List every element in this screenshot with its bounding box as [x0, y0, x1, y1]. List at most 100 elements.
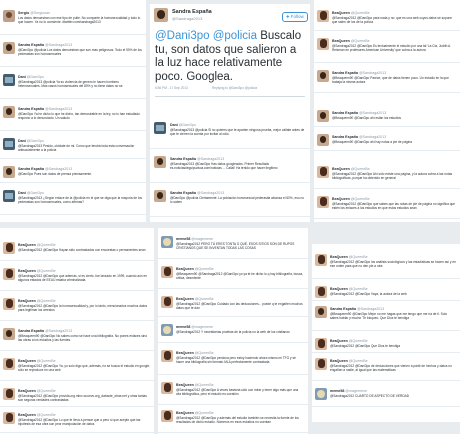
author-handle[interactable]: @Dani3po [179, 123, 196, 127]
avatar[interactable] [3, 298, 15, 310]
avatar[interactable] [3, 358, 15, 370]
avatar[interactable] [3, 412, 15, 424]
tweet[interactable]: BeaQueen @QueenBe @Sandraga2012 @Dani3po… [0, 294, 154, 321]
avatar[interactable] [161, 236, 173, 248]
avatar[interactable] [154, 190, 166, 202]
author-handle[interactable]: @QueenBe [37, 413, 56, 417]
author-name[interactable]: Sandra España [18, 43, 44, 47]
author-name[interactable]: BeaQueen [176, 267, 194, 271]
author-handle[interactable]: @QueenBe [195, 351, 214, 355]
tweet[interactable]: meme58 @magemene @Sandraga2012 CUARTO DE… [312, 384, 460, 407]
author-handle[interactable]: @QueenBe [37, 359, 56, 363]
tweet[interactable]: BeaQueen @QueenBe @Sandraga2012 @Dani3po… [312, 334, 460, 353]
avatar[interactable] [315, 388, 327, 400]
tweet[interactable]: BeaQueen @QueenBe @Sandraga2012 @Dani3po… [0, 238, 154, 261]
author-name[interactable]: Sandra España [18, 107, 44, 111]
avatar[interactable] [161, 350, 173, 362]
avatar[interactable] [3, 268, 15, 280]
author-handle[interactable]: @QueenBe [351, 39, 370, 43]
author-handle[interactable]: @Sandraga2013 [45, 43, 72, 47]
author-name[interactable]: Sandra España [172, 9, 212, 15]
avatar[interactable] [3, 42, 15, 54]
author-name[interactable]: BeaQueen [176, 411, 194, 415]
author-handle[interactable]: @Sandraga2013 [359, 111, 386, 115]
avatar[interactable] [315, 358, 327, 370]
author-handle[interactable]: @Sandraga2013 [359, 71, 386, 75]
avatar[interactable] [317, 166, 329, 178]
author-name[interactable]: Sergio [18, 11, 29, 15]
author-handle[interactable]: @Dani3po [27, 139, 44, 143]
avatar[interactable] [3, 190, 15, 202]
tweet[interactable]: BeaQueen @QueenBe @Sandraga2012 @Dani3po… [158, 346, 308, 375]
author-name[interactable]: Sandra España [332, 71, 358, 75]
tweet[interactable]: Sandra España @Sandraga2013 @Dani3po @po… [150, 186, 310, 217]
author-handle[interactable]: @QueenBe [349, 339, 368, 343]
author-handle[interactable]: @QueenBe [37, 243, 56, 247]
author-handle[interactable]: @magemene [345, 389, 367, 393]
author-name[interactable]: Dani [170, 123, 178, 127]
author-name[interactable]: BeaQueen [18, 269, 36, 273]
author-handle[interactable]: @QueenBe [351, 167, 370, 171]
avatar[interactable] [161, 410, 173, 422]
tweet[interactable]: BeaQueen @QueenBe @Beaqueen90 @Sandraga2… [158, 262, 308, 289]
author-handle[interactable]: @QueenBe [37, 269, 56, 273]
author-name[interactable]: BeaQueen [330, 339, 348, 343]
author-name[interactable]: Sandra España [170, 191, 196, 195]
author-handle[interactable]: @QueenBe [195, 267, 214, 271]
tweet[interactable]: meme58 @magemene @Sandraga2012 PERO TÚ E… [158, 232, 308, 259]
tweet[interactable]: BeaQueen @QueenBe @Sandraga2012 @Dani3po… [0, 354, 154, 381]
author-handle[interactable]: @Sandraga2013 [357, 307, 384, 311]
tweet[interactable]: Sandra España @Sandraga2013 @Dani3po Pue… [0, 162, 146, 183]
tweet[interactable]: Sandra España @Sandraga2013 @Beaqueen90 … [314, 66, 460, 93]
author-name[interactable]: BeaQueen [330, 255, 348, 259]
author-handle[interactable]: @Sandraga2013 [172, 16, 202, 21]
author-name[interactable]: Sandra España [170, 157, 196, 161]
tweet[interactable]: Dani @Dani3po @Sandraga2013 ¿Según enlac… [0, 186, 146, 215]
author-handle[interactable]: @QueenBe [37, 389, 56, 393]
author-handle[interactable]: @QueenBe [349, 287, 368, 291]
tweet[interactable]: Dani @Dani3po @Sandraga2013 Pesido, olvi… [0, 134, 146, 159]
author-name[interactable]: Dani [18, 191, 26, 195]
avatar[interactable] [317, 134, 329, 146]
author-name[interactable]: Sandra España [18, 167, 44, 171]
author-handle[interactable]: @Dani3po [27, 75, 44, 79]
avatar[interactable] [3, 10, 15, 22]
avatar[interactable] [154, 122, 166, 134]
avatar[interactable] [154, 156, 166, 168]
avatar[interactable] [317, 196, 329, 208]
author-name[interactable]: BeaQueen [332, 167, 350, 171]
avatar[interactable] [315, 338, 327, 350]
tweet[interactable]: BeaQueen @QueenBe @Sandraga2012 @Dani3po… [312, 282, 460, 301]
tweet[interactable]: Dani @Dani3po @Sandraga2013 @policia Ya … [0, 70, 146, 99]
author-handle[interactable]: @Sandraga2013 [45, 107, 72, 111]
tweet[interactable]: Sandra España @Sandraga2013 @Beaqueen90 … [314, 106, 460, 127]
avatar[interactable] [317, 38, 329, 50]
author-name[interactable]: Sandra España [332, 111, 358, 115]
author-name[interactable]: BeaQueen [176, 383, 194, 387]
timestamp[interactable]: 6:56 PM - 17 Sep 2013 [155, 86, 188, 90]
author-handle[interactable]: @Sandraga2013 [197, 157, 224, 161]
avatar[interactable] [315, 286, 327, 298]
avatar[interactable] [3, 166, 15, 178]
author-handle[interactable]: @QueenBe [37, 299, 56, 303]
author-handle[interactable]: @magemene [191, 325, 213, 329]
author-handle[interactable]: @magemene [191, 237, 213, 241]
tweet[interactable]: BeaQueen @QueenBe @Sandraga2012 @Dani3po… [312, 250, 460, 279]
tweet[interactable]: BeaQueen @QueenBe @Sandraga2012 @Dani3po… [0, 264, 154, 291]
avatar[interactable] [3, 388, 15, 400]
author-handle[interactable]: @Sandraga2013 [45, 329, 72, 333]
author-handle[interactable]: @Dani3po [27, 191, 44, 195]
author-name[interactable]: BeaQueen [18, 243, 36, 247]
author-name[interactable]: Sandra España [330, 307, 356, 311]
avatar[interactable] [317, 110, 329, 122]
avatar[interactable] [161, 296, 173, 308]
author-handle[interactable]: @QueenBe [195, 383, 214, 387]
author-name[interactable]: BeaQueen [176, 297, 194, 301]
author-handle[interactable]: @Sandraga2013 [45, 167, 72, 171]
avatar[interactable] [3, 138, 15, 150]
tweet[interactable]: Dani @Dani3po @Sandraga2013 @policia Si … [150, 118, 310, 149]
avatar[interactable] [161, 324, 173, 336]
tweet[interactable]: BeaQueen @QueenBe @Sandraga2012 @Dani3po… [0, 408, 154, 433]
author-handle[interactable]: @Sergiosan [30, 11, 50, 15]
tweet[interactable]: meme58 @magemene @Sandraga2012 Y necesit… [158, 320, 308, 343]
